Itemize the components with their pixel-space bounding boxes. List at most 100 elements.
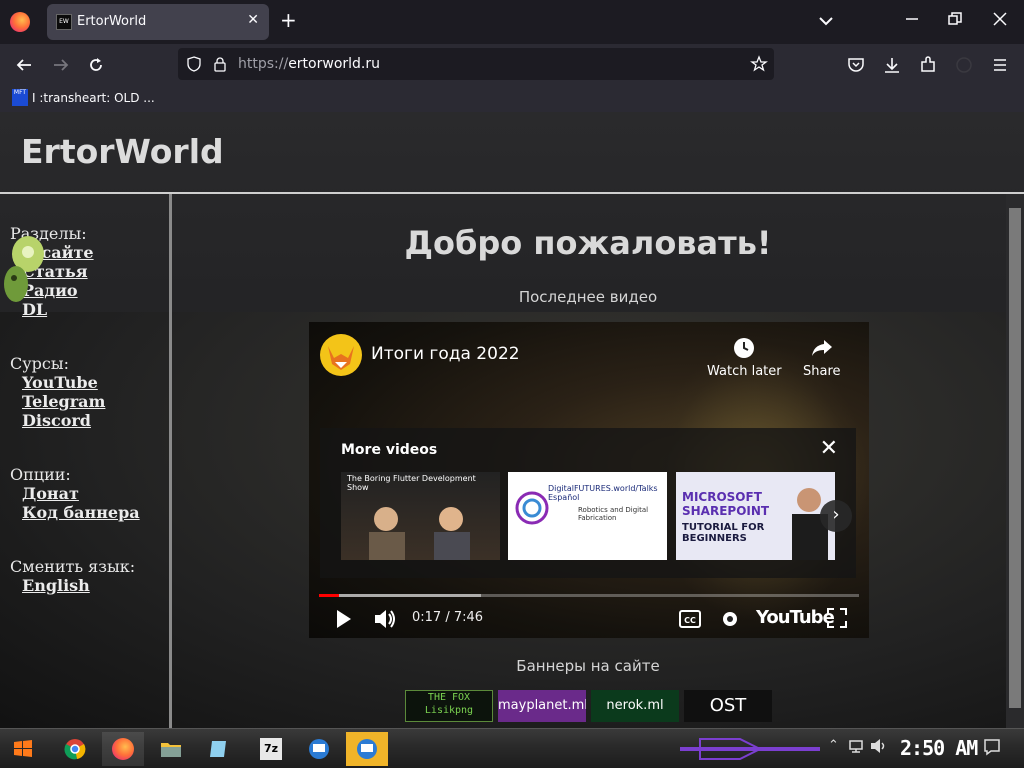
related-video-thumb[interactable]: The Boring Flutter Development Show (341, 472, 500, 560)
close-window-icon[interactable] (993, 12, 1007, 26)
chrome-icon (64, 739, 86, 760)
welcome-heading: Добро пожаловать! (404, 224, 772, 262)
clock-icon (734, 338, 755, 358)
chevron-down-icon[interactable] (817, 12, 835, 30)
sidebar-section-options: Опции: Донат Код баннера (10, 465, 140, 522)
related-video-thumb[interactable]: MICROSOFT SHAREPOINT TUTORIAL FOR BEGINN… (676, 472, 835, 560)
shield-icon[interactable] (186, 56, 202, 72)
remote-desktop-icon (357, 739, 377, 759)
channel-avatar[interactable] (320, 334, 362, 376)
banners-label: Баннеры на сайте (516, 657, 660, 675)
lock-icon[interactable] (213, 56, 227, 72)
tab-title: ErtorWorld (77, 14, 147, 29)
taskbar-remote[interactable] (298, 732, 340, 766)
pocket-icon[interactable] (847, 56, 865, 74)
volume-icon[interactable] (373, 608, 397, 630)
minimize-icon[interactable] (905, 12, 919, 26)
taskbar-7zip[interactable]: 7z (250, 732, 292, 766)
related-video-thumb[interactable]: DigitalFUTURES.world/Talks Español Robot… (508, 472, 667, 560)
url-bar[interactable]: https://ertorworld.ru (178, 48, 774, 80)
download-icon[interactable] (883, 56, 901, 74)
latest-video-label: Последнее видео (518, 288, 658, 306)
start-button[interactable] (2, 732, 44, 766)
notes-icon (210, 741, 226, 757)
close-icon[interactable]: ✕ (820, 436, 838, 461)
sidebar-link-youtube[interactable]: YouTube (10, 373, 105, 392)
tab-ertorworld[interactable]: EW ErtorWorld ✕ (47, 4, 269, 40)
taskbar-remote-active[interactable] (346, 732, 388, 766)
navigation-toolbar: https://ertorworld.ru (0, 44, 1024, 86)
sidebar-section-language: Сменить язык: English (10, 557, 135, 595)
fullscreen-icon[interactable] (827, 608, 847, 628)
sidebar-link-donate[interactable]: Донат (10, 484, 140, 503)
settings-gear-icon[interactable] (719, 608, 741, 630)
play-icon[interactable] (333, 608, 355, 630)
sidebar-heading: Сменить язык: (10, 557, 136, 576)
svg-text:CC: CC (684, 616, 696, 625)
banner-thefox[interactable]: THE FOX Lisikpng (405, 690, 493, 722)
video-controls: 0:17 / 7:46 CC YouTube (309, 602, 869, 638)
taskbar-explorer[interactable] (150, 732, 192, 766)
watch-later-button[interactable]: Watch later (707, 336, 782, 379)
sidebar-link-telegram[interactable]: Telegram (10, 392, 105, 411)
7zip-icon: 7z (260, 738, 282, 760)
tray-chevron-up-icon[interactable]: ⌃ (828, 738, 839, 753)
video-progress-bar[interactable] (319, 594, 859, 597)
sidebar: Разделы: О сайте Статья Радио DL Сурсы: … (0, 194, 172, 728)
sidebar-heading: Сурсы: (10, 354, 69, 373)
taskbar-decoration (680, 738, 820, 760)
back-icon[interactable] (15, 56, 33, 74)
taskbar-chrome[interactable] (54, 732, 96, 766)
played-bar (319, 594, 339, 597)
sidebar-link-discord[interactable]: Discord (10, 411, 105, 430)
extensions-icon[interactable] (919, 56, 937, 74)
page-viewport: ErtorWorld Разделы: О сайте Статья Радио… (0, 112, 1024, 728)
network-icon[interactable] (848, 738, 864, 754)
tab-bar: EW ErtorWorld ✕ + (0, 0, 1024, 44)
forward-icon[interactable] (52, 56, 70, 74)
account-icon[interactable] (955, 56, 973, 74)
sidebar-link-banner-code[interactable]: Код баннера (10, 503, 140, 522)
video-title[interactable]: Итоги года 2022 (371, 344, 520, 364)
favicon-icon: EW (56, 14, 72, 30)
mascot-icon (4, 236, 44, 302)
youtube-embed[interactable]: Итоги года 2022 Watch later Share More v… (309, 322, 869, 638)
bookmark-favicon-icon: MFT (12, 89, 28, 106)
firefox-icon (112, 738, 134, 760)
youtube-logo[interactable]: YouTube (756, 607, 835, 628)
sidebar-link-english[interactable]: English (10, 576, 135, 595)
bookmark-item[interactable]: I :transheart: OLD ... (32, 91, 155, 105)
close-tab-icon[interactable]: ✕ (247, 12, 259, 28)
buffered-bar (319, 594, 481, 597)
remote-desktop-icon (309, 739, 329, 759)
banner-mayplanet[interactable]: mayplanet.ml (498, 690, 586, 722)
site-title: ErtorWorld (21, 132, 224, 171)
menu-icon[interactable] (991, 56, 1009, 74)
scrollbar[interactable] (1006, 194, 1024, 728)
sidebar-heading: Опции: (10, 465, 71, 484)
banner-nerok[interactable]: nerok.ml (591, 690, 679, 722)
reload-icon[interactable] (87, 56, 105, 74)
more-videos-title: More videos (341, 442, 438, 458)
taskbar-clock[interactable]: 2:50 AM (900, 736, 978, 760)
banner-ost[interactable]: OST (684, 690, 772, 722)
url-text[interactable]: https://ertorworld.ru (238, 56, 380, 72)
presenters-icon (369, 507, 470, 560)
captions-icon[interactable]: CC (679, 610, 701, 628)
video-time: 0:17 / 7:46 (412, 610, 484, 625)
restore-icon[interactable] (948, 12, 962, 26)
star-icon[interactable] (750, 55, 768, 73)
scrollbar-thumb[interactable] (1009, 208, 1021, 708)
share-button[interactable]: Share (803, 336, 841, 379)
taskbar-firefox[interactable] (102, 732, 144, 766)
notifications-icon[interactable] (983, 738, 1001, 756)
bookmarks-toolbar: MFT I :transheart: OLD ... (0, 86, 1024, 112)
next-videos-button[interactable]: › (820, 500, 852, 532)
thumb-subtitle: TUTORIAL FOR BEGINNERS (682, 522, 765, 544)
taskbar-notepad[interactable] (198, 732, 240, 766)
speaker-icon[interactable] (870, 738, 888, 754)
share-icon (811, 340, 832, 356)
new-tab-button[interactable]: + (280, 10, 297, 30)
more-videos-panel: More videos ✕ The Boring Flutter Develop… (320, 428, 856, 578)
firefox-icon[interactable] (10, 12, 30, 32)
